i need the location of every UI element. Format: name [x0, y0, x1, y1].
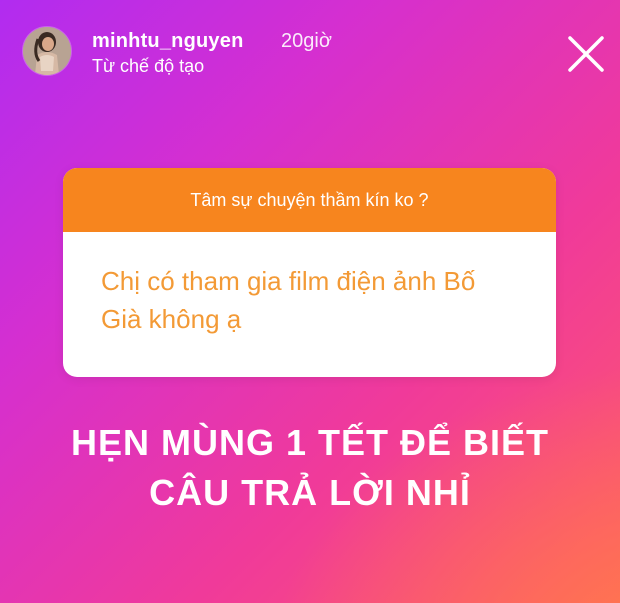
username[interactable]: minhtu_nguyen [92, 30, 244, 53]
answer-caption: HẸN MÙNG 1 TẾT ĐỂ BIẾT CÂU TRẢ LỜI NHỈ [40, 418, 580, 518]
avatar-image [23, 27, 71, 75]
avatar[interactable] [22, 26, 72, 76]
story-header: minhtu_nguyen 20giờ Từ chế độ tạo [0, 0, 620, 100]
close-button[interactable] [566, 34, 606, 74]
question-prompt: Tâm sự chuyện thầm kín ko ? [63, 168, 556, 232]
close-icon [568, 36, 604, 72]
post-time: 20giờ [281, 30, 332, 52]
story-view: minhtu_nguyen 20giờ Từ chế độ tạo Tâm sự… [0, 0, 620, 603]
question-text: Chị có tham gia film điện ảnh Bố Già khô… [63, 232, 556, 338]
question-sticker: Tâm sự chuyện thầm kín ko ? Chị có tham … [63, 168, 556, 377]
create-mode-link[interactable]: Từ chế độ tạo [92, 56, 204, 77]
answer-line-2: CÂU TRẢ LỜI NHỈ [149, 472, 471, 513]
answer-line-1: HẸN MÙNG 1 TẾT ĐỂ BIẾT [70, 422, 550, 463]
question-line-1: Chị có tham gia film điện ảnh Bố [101, 266, 476, 296]
question-line-2: Già không ạ [101, 304, 242, 334]
